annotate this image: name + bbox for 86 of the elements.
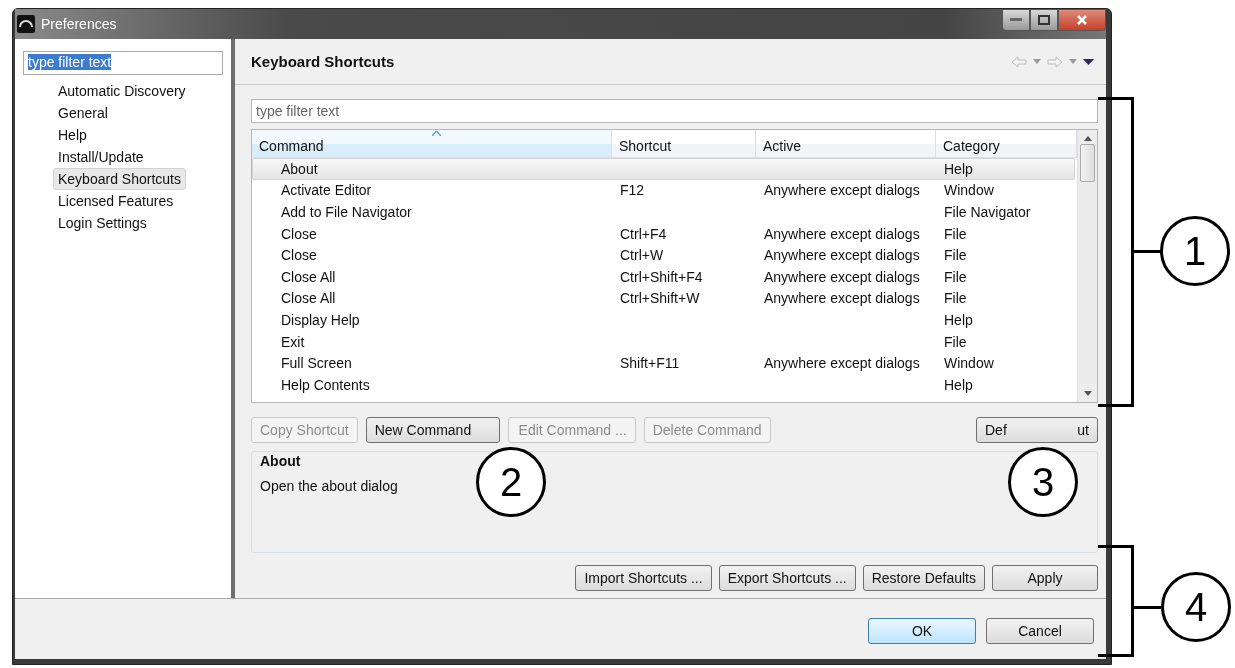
- scroll-up-icon[interactable]: [1083, 136, 1092, 141]
- column-header[interactable]: Active: [756, 130, 936, 157]
- table-cell-text: Close: [280, 225, 318, 242]
- table-row[interactable]: Close Ctrl+F4 Anywhere except dialogs File: [252, 222, 1075, 245]
- description-text: Open the about dialog: [260, 478, 398, 494]
- table-row[interactable]: Help Contents Help: [252, 373, 1075, 396]
- table-cell-text: File: [943, 333, 968, 350]
- table-cell-text: Display Help: [280, 311, 361, 328]
- leader-line: [1134, 606, 1162, 609]
- table-cell-text: About: [280, 160, 319, 177]
- view-menu-icon[interactable]: [1083, 58, 1094, 65]
- table-cell-text: File: [943, 268, 968, 285]
- table-cell-text: Add to File Navigator: [280, 204, 413, 220]
- table-cell-text: Close: [280, 247, 318, 264]
- scroll-down-icon[interactable]: [1083, 391, 1092, 396]
- table-row[interactable]: Exit File: [252, 330, 1075, 353]
- table-cell-text: Shift+F11: [619, 355, 681, 372]
- sidebar-item[interactable]: Help: [53, 124, 92, 146]
- table-cell-text: Anywhere except dialogs: [763, 182, 921, 199]
- sidebar-item[interactable]: Login Settings: [53, 212, 152, 234]
- scrollbar[interactable]: [1077, 130, 1097, 402]
- sidebar-item[interactable]: Automatic Discovery: [53, 80, 191, 102]
- action-button[interactable]: Restore Defaults: [862, 565, 985, 591]
- table-cell-text: Exit: [280, 333, 306, 350]
- app-logo-icon: [17, 15, 35, 33]
- page-title: Keyboard Shortcuts: [251, 53, 395, 70]
- action-button[interactable]: Import Shortcuts ...: [575, 565, 712, 591]
- callout-number: 4: [1161, 572, 1231, 642]
- sidebar-item[interactable]: Keyboard Shortcuts: [53, 168, 186, 190]
- window-title: Preferences: [41, 16, 118, 32]
- table-cell-text: Ctrl+Shift+W: [619, 290, 701, 307]
- table-cell-text: Anywhere except dialogs: [763, 290, 921, 307]
- table-cell-text: Help: [943, 376, 974, 393]
- table-cell-text: Ctrl+W: [619, 247, 665, 264]
- column-header[interactable]: Shortcut: [612, 130, 756, 157]
- filter-field[interactable]: type filter text: [23, 51, 223, 75]
- table-cell-text: Anywhere except dialogs: [763, 355, 921, 372]
- sidebar-item[interactable]: Licensed Features: [53, 190, 179, 212]
- table-cell-text: Full Screen: [280, 355, 353, 372]
- scrollbar-thumb[interactable]: [1080, 144, 1095, 182]
- table-cell-text: File Navigator: [943, 204, 1032, 220]
- table-cell-text: F12: [619, 182, 646, 199]
- maximize-button[interactable]: [1030, 9, 1058, 31]
- close-button[interactable]: [1058, 9, 1106, 31]
- action-button[interactable]: Apply: [992, 565, 1098, 591]
- dialog-button[interactable]: OK: [868, 618, 976, 644]
- sidebar-item[interactable]: Install/Update: [53, 146, 149, 168]
- table-cell-text: Help: [943, 311, 974, 328]
- close-icon: [1076, 14, 1088, 26]
- table-row[interactable]: Full Screen Shift+F11 Anywhere except dialogs Window: [252, 352, 1075, 374]
- callout-number: 1: [1160, 216, 1230, 286]
- sort-caret-icon: [431, 131, 441, 136]
- table-cell-text: File: [943, 290, 968, 307]
- table-cell-text: Close All: [280, 290, 337, 307]
- sidebar-item[interactable]: General: [53, 102, 113, 124]
- maximize-icon: [1038, 15, 1050, 25]
- table-row[interactable]: Close Ctrl+W Anywhere except dialogs File: [252, 244, 1075, 266]
- table-row[interactable]: Display Help Help: [252, 309, 1075, 331]
- action-button[interactable]: Export Shortcuts ...: [718, 565, 856, 591]
- table-cell-text: Anywhere except dialogs: [763, 225, 921, 242]
- table-cell-text: Ctrl+Shift+F4: [619, 268, 704, 285]
- table-cell-text: File: [943, 225, 968, 242]
- column-header[interactable]: Command: [252, 130, 612, 157]
- table-row[interactable]: Close All Ctrl+Shift+W Anywhere except dialogs File: [252, 287, 1075, 310]
- table-cell-text: Ctrl+F4: [619, 225, 668, 242]
- description-title: About: [260, 453, 301, 469]
- filter-field[interactable]: type filter text: [251, 99, 1098, 123]
- table-cell-text: File: [943, 247, 968, 264]
- defaults-button[interactable]: Def ut: [976, 417, 1098, 443]
- table-cell-text: Anywhere except dialogs: [763, 247, 921, 264]
- table-cell-text: Close All: [280, 268, 337, 285]
- table-cell-text: Window: [943, 182, 995, 199]
- table-row[interactable]: Close All Ctrl+Shift+F4 Anywhere except dialogs File: [252, 265, 1075, 288]
- table-row[interactable]: Add to File Navigator File Navigator: [252, 201, 1075, 223]
- command-button[interactable]: New Command: [365, 417, 500, 443]
- table-cell-text: Activate Editor: [280, 182, 373, 199]
- dialog-button[interactable]: Cancel: [986, 618, 1094, 644]
- table-row[interactable]: Activate Editor F12 Anywhere except dialogs Window: [252, 179, 1075, 202]
- table-cell-text: Anywhere except dialogs: [763, 268, 921, 285]
- minimize-icon: [1010, 18, 1022, 22]
- table-row[interactable]: About Help: [252, 158, 1075, 180]
- table-cell-text: Help: [943, 160, 974, 177]
- table-cell-text: Window: [943, 355, 995, 372]
- table-cell-text: Help Contents: [280, 376, 371, 393]
- minimize-button[interactable]: [1002, 9, 1030, 31]
- leader-line: [1134, 250, 1162, 253]
